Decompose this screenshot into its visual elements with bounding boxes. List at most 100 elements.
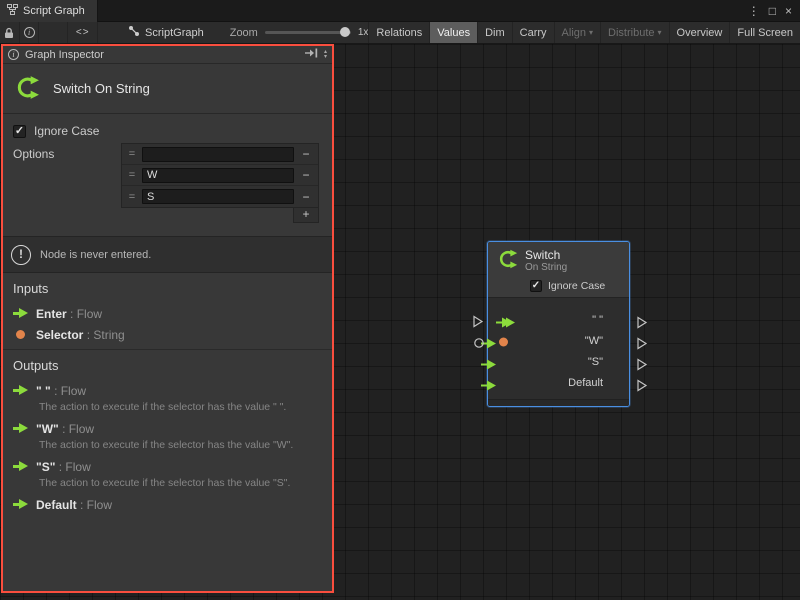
input-item: Selector : String [13, 324, 322, 345]
flow-port-icon [13, 499, 28, 510]
node-ignore-case-label: Ignore Case [548, 280, 605, 292]
zoom-control: Zoom 1x [230, 22, 369, 43]
port-row: " " [488, 310, 629, 331]
maximize-icon[interactable]: □ [769, 5, 776, 17]
flow-port-icon [13, 385, 28, 396]
toolbar-toggle-buttons: Relations Values Dim Carry Align ▾ Distr… [368, 22, 800, 43]
output-connection-triangle-icon[interactable] [636, 316, 648, 329]
output-description: The action to execute if the selector ha… [39, 401, 322, 413]
node-subtitle: On String [525, 262, 567, 273]
port-row: "W" [488, 331, 629, 352]
zoom-value: 1x [358, 27, 369, 38]
remove-option-button[interactable]: − [294, 190, 318, 204]
port-label: "W" [585, 331, 603, 352]
drag-handle-icon[interactable]: = [122, 191, 142, 203]
carry-button[interactable]: Carry [512, 22, 554, 43]
tab-script-graph[interactable]: Script Graph [0, 0, 98, 22]
output-description: The action to execute if the selector ha… [39, 477, 322, 489]
flow-output-port-icon[interactable] [481, 380, 496, 391]
ignore-case-label: Ignore Case [34, 124, 99, 138]
string-port-icon [16, 330, 25, 339]
info-icon: i [24, 27, 35, 38]
output-connection-triangle-icon[interactable] [636, 358, 648, 371]
switch-icon [13, 75, 40, 103]
warning-banner: ! Node is never entered. [3, 236, 332, 273]
node-ignore-case-checkbox[interactable]: ✓ [530, 280, 542, 292]
inputs-section: Inputs Enter : Flow Selector : String [3, 273, 332, 349]
flow-output-port-icon[interactable] [481, 359, 496, 370]
output-connection-triangle-icon[interactable] [636, 379, 648, 392]
distribute-dropdown[interactable]: Distribute ▾ [600, 22, 668, 43]
options-label: Options [3, 143, 121, 223]
switch-node-header[interactable]: Switch On String ✓ Ignore Case [488, 242, 629, 297]
code-view-button[interactable]: <> [67, 22, 98, 43]
overview-button[interactable]: Overview [669, 22, 730, 43]
selector-connection-circle-icon[interactable] [473, 337, 485, 349]
graph-breadcrumb[interactable]: ScriptGraph [128, 22, 204, 43]
port-row: Default [488, 373, 629, 394]
script-graph-icon [128, 25, 140, 40]
output-item: Default : Flow [13, 494, 322, 515]
graph-inspector-panel: i Graph Inspector ▴ ▾ Switch On String ✓ [1, 44, 334, 593]
lock-button[interactable] [0, 22, 20, 43]
node-footer [488, 399, 629, 406]
graph-inspector-title: Graph Inspector [25, 49, 104, 61]
tab-title: Script Graph [23, 5, 85, 17]
graph-inspector-header: i Graph Inspector ▴ ▾ [3, 46, 332, 64]
flow-output-port-icon[interactable] [500, 317, 515, 328]
ignore-case-checkbox[interactable]: ✓ [13, 125, 26, 138]
drag-handle-icon[interactable]: = [122, 148, 142, 160]
option-input[interactable] [142, 189, 294, 204]
inspect-button[interactable]: i [20, 22, 40, 43]
option-row: = − [122, 144, 318, 165]
scroll-down-icon[interactable]: ▾ [324, 55, 327, 60]
zoom-label: Zoom [230, 27, 258, 39]
switch-node-body: " " "W" "S" Default [488, 297, 629, 399]
selector-string-port-icon[interactable] [499, 337, 508, 346]
outputs-header: Outputs [13, 358, 322, 373]
graph-breadcrumb-label: ScriptGraph [145, 27, 204, 39]
info-icon: i [8, 49, 19, 60]
kebab-menu-icon[interactable]: ⋮ [748, 5, 760, 17]
warning-text: Node is never entered. [40, 249, 151, 261]
add-option-button[interactable]: + [293, 208, 319, 223]
relations-button[interactable]: Relations [368, 22, 429, 43]
script-graph-tab-icon [7, 4, 18, 18]
output-connection-triangle-icon[interactable] [636, 337, 648, 350]
node-title: Switch [525, 249, 567, 262]
port-label: "S" [588, 352, 603, 373]
remove-option-button[interactable]: − [294, 147, 318, 161]
flow-port-icon [13, 461, 28, 472]
graph-toolbar: i <> ScriptGraph Zoom 1x Relations Value… [0, 22, 800, 44]
chevron-down-icon: ▾ [658, 28, 662, 37]
align-dropdown[interactable]: Align ▾ [554, 22, 600, 43]
option-input[interactable] [142, 168, 294, 183]
dim-button[interactable]: Dim [477, 22, 512, 43]
port-label: " " [592, 310, 603, 331]
values-button[interactable]: Values [429, 22, 477, 43]
enter-connection-triangle-icon[interactable] [472, 315, 484, 328]
zoom-slider[interactable] [265, 31, 351, 34]
close-icon[interactable]: × [785, 5, 792, 17]
code-icon: <> [76, 27, 90, 38]
output-item: "W" : Flow [13, 418, 322, 439]
switch-node[interactable]: Switch On String ✓ Ignore Case " " "W" [487, 241, 630, 407]
inspected-node-title: Switch On String [53, 81, 150, 96]
outputs-section: Outputs " " : Flow The action to execute… [3, 350, 332, 519]
drag-handle-icon[interactable]: = [122, 169, 142, 181]
option-input[interactable] [142, 147, 294, 162]
zoom-slider-knob[interactable] [340, 27, 350, 37]
flow-port-icon [13, 308, 28, 319]
option-row: = − [122, 165, 318, 186]
input-item: Enter : Flow [13, 303, 322, 324]
dock-panel-icon[interactable] [305, 48, 318, 61]
inputs-header: Inputs [13, 281, 322, 296]
fullscreen-button[interactable]: Full Screen [729, 22, 800, 43]
panel-scroll-arrows[interactable]: ▴ ▾ [324, 50, 329, 60]
port-label: Default [568, 373, 603, 394]
inspected-node-title-row: Switch On String [3, 64, 332, 114]
output-item: " " : Flow [13, 380, 322, 401]
remove-option-button[interactable]: − [294, 168, 318, 182]
warning-icon: ! [11, 245, 31, 265]
titlebar: Script Graph ⋮ □ × [0, 0, 800, 22]
